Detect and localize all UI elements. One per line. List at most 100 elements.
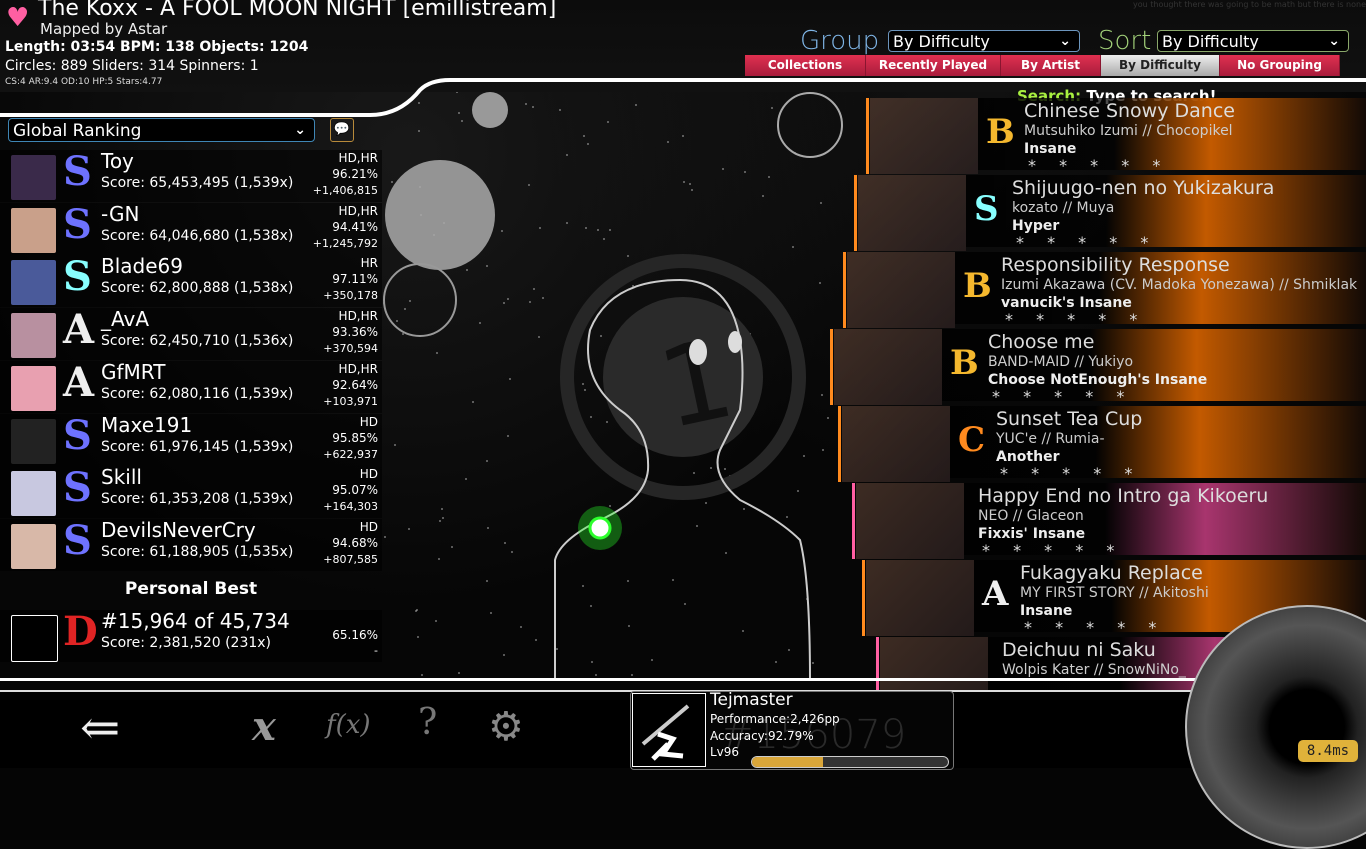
leaderboard-row[interactable]: S Maxe191 Score: 61,976,145 (1,539x) HD 95.8… [0, 411, 382, 466]
grade-icon: S [63, 253, 92, 301]
leaderboard-row[interactable]: S Skill Score: 61,353,208 (1,539x) HD 95.07%… [0, 464, 382, 519]
avatar [11, 615, 58, 662]
corner-text: you thought there was going to be math b… [1133, 0, 1366, 9]
tab-collections[interactable]: Collections [745, 55, 866, 76]
leaderboard-row[interactable]: A _AvA Score: 62,450,710 (1,536x) HD,HR 93.3… [0, 306, 382, 361]
grade-icon: S [63, 516, 92, 564]
grade-icon: D [63, 608, 98, 655]
user-level: Lv96 [710, 745, 740, 759]
beatmap-artist: MY FIRST STORY // Akitoshi [1020, 585, 1209, 601]
beatmap-difficulty: Insane [1024, 141, 1077, 157]
beatmap-difficulty: Another [996, 449, 1060, 465]
player-name: DevilsNeverCry [101, 517, 256, 542]
tab-by-difficulty[interactable]: By Difficulty [1101, 55, 1220, 76]
beatmap-panel[interactable]: S Shijuugo-nen no Yukizakura kozato // Muy… [854, 175, 1366, 252]
mods-button[interactable]: f(x) [326, 710, 371, 740]
player-score: Score: 65,453,495 (1,539x) [101, 175, 294, 191]
player-score: Score: 62,450,710 (1,536x) [101, 333, 294, 350]
tab-recently-played[interactable]: Recently Played [866, 55, 1001, 76]
panel-background: B Chinese Snowy Dance Mutsuhiko Izumi // C… [978, 98, 1366, 175]
leaderboard-row[interactable]: S Toy Score: 65,453,495 (1,539x) HD,HR 96.21… [0, 148, 382, 202]
planet-top-right [777, 92, 843, 158]
beatmap-difficulty: Hyper [1012, 218, 1060, 234]
planet-small [472, 92, 508, 128]
star-rating: * * * * * [982, 541, 1124, 560]
user-avatar [632, 693, 706, 767]
leaderboard-row[interactable]: S DevilsNeverCry Score: 61,188,905 (1,535x… [0, 516, 382, 571]
user-name: Tejmaster [710, 690, 793, 710]
user-accuracy: Accuracy:92.79% [710, 729, 814, 743]
leaderboard-row[interactable]: A GfMRT Score: 62,080,116 (1,539x) HD,HR 92.… [0, 358, 382, 413]
chevron-down-icon: ⌄ [294, 122, 306, 138]
beatmap-thumbnail [847, 252, 955, 328]
avatar [11, 207, 56, 253]
beatmap-panel[interactable]: B Chinese Snowy Dance Mutsuhiko Izumi // C… [866, 98, 1366, 175]
beatmap-thumbnail [870, 98, 978, 174]
planet-outline [383, 263, 457, 337]
group-dropdown[interactable]: By Difficulty ⌄ [888, 30, 1080, 52]
level-progress-bar [751, 756, 949, 768]
personal-best-label: Personal Best [124, 579, 258, 599]
player-accuracy: 94.41% [332, 219, 378, 234]
grade-icon: S [974, 189, 999, 229]
cursor [588, 516, 612, 540]
chat-icon[interactable]: 💬 [330, 118, 354, 142]
player-score: Score: 62,080,116 (1,539x) [101, 385, 294, 402]
player-accuracy: 97.11% [332, 272, 378, 287]
leaderboard-row[interactable]: S -GN Score: 64,046,680 (1,538x) HD,HR 94.41… [0, 200, 382, 255]
eye-right [728, 331, 742, 353]
player-name: Toy [101, 149, 134, 173]
grade-icon: S [63, 200, 92, 248]
beatmap-title: Sunset Tea Cup [996, 408, 1143, 430]
leaderboard-type-dropdown[interactable]: Global Ranking ⌄ [8, 118, 315, 142]
group-tabs: Collections Recently Played By Artist By… [745, 55, 1340, 76]
panel-background: C Sunset Tea Cup YUC'e // Rumia- Another * *… [950, 406, 1366, 483]
tab-no-grouping[interactable]: No Grouping [1220, 55, 1340, 76]
panel-background: B Choose me BAND-MAID // Yukiyo Choose NotE… [942, 329, 1366, 406]
avatar [11, 365, 56, 411]
player-score: Score: 62,800,888 (1,538x) [101, 280, 294, 297]
user-performance: Performance:2,426pp [710, 712, 840, 726]
player-name: Maxe191 [101, 412, 193, 437]
star-rating: * * * * * [1024, 618, 1166, 637]
beatmap-difficulty: Fixxis' Insane [978, 526, 1086, 542]
panel-accent [852, 483, 855, 559]
beatmap-artist: YUC'e // Rumia- [996, 431, 1105, 447]
personal-best-row[interactable]: D #15,964 of 45,734 Score: 2,381,520 (23… [0, 608, 382, 662]
grade-icon: A [63, 358, 95, 406]
gear-icon[interactable]: ⚙ [488, 704, 524, 750]
player-mods: HD [359, 467, 378, 482]
panel-accent [866, 98, 869, 174]
personal-best-score: Score: 2,381,520 (231x) [101, 635, 272, 651]
sort-dropdown-value: By Difficulty [1162, 32, 1259, 51]
beatmap-difficulty-settings: CS:4 AR:9.4 OD:10 HP:5 Stars:4.77 [5, 77, 163, 87]
score-difference: +350,178 [323, 289, 378, 303]
avatar [11, 260, 56, 306]
beatmap-panel[interactable]: Happy End no Intro ga Kikoeru NEO // Glac… [852, 483, 1366, 560]
heart-icon[interactable]: ♥ [6, 5, 32, 31]
beatmap-panel[interactable]: B Responsibility Response Izumi Akazawa (C… [843, 252, 1366, 329]
back-arrow-icon[interactable]: ⇐ [80, 700, 120, 756]
beatmap-object-counts: Circles: 889 Sliders: 314 Spinners: 1 [5, 58, 259, 74]
beatmap-title: Responsibility Response [1001, 254, 1230, 276]
avatar [11, 418, 56, 464]
player-mods: HR [360, 256, 378, 271]
avatar [11, 155, 56, 200]
beatmap-panel[interactable]: B Choose me BAND-MAID // Yukiyo Choose NotE… [830, 329, 1366, 406]
star-rating: * * * * * [1028, 156, 1170, 175]
grade-icon: S [63, 411, 92, 459]
sort-dropdown[interactable]: By Difficulty ⌄ [1157, 30, 1349, 52]
panel-accent [838, 406, 841, 482]
score-difference: +103,971 [323, 394, 378, 408]
score-difference: +1,245,792 [312, 236, 378, 250]
level-progress-fill [752, 757, 823, 767]
random-button[interactable]: ? [418, 702, 437, 743]
leaderboard-row[interactable]: S Blade69 Score: 62,800,888 (1,538x) HR 97.1… [0, 253, 382, 308]
beatmap-artist: Wolpis Kater // SnowNiNo_ [1002, 662, 1186, 678]
tab-by-artist[interactable]: By Artist [1001, 55, 1101, 76]
player-score: Score: 61,353,208 (1,539x) [101, 491, 294, 508]
player-name: -GN [101, 201, 140, 226]
mode-button[interactable]: x [252, 703, 276, 750]
beatmap-panel[interactable]: C Sunset Tea Cup YUC'e // Rumia- Another * *… [838, 406, 1366, 483]
avatar [11, 313, 56, 359]
